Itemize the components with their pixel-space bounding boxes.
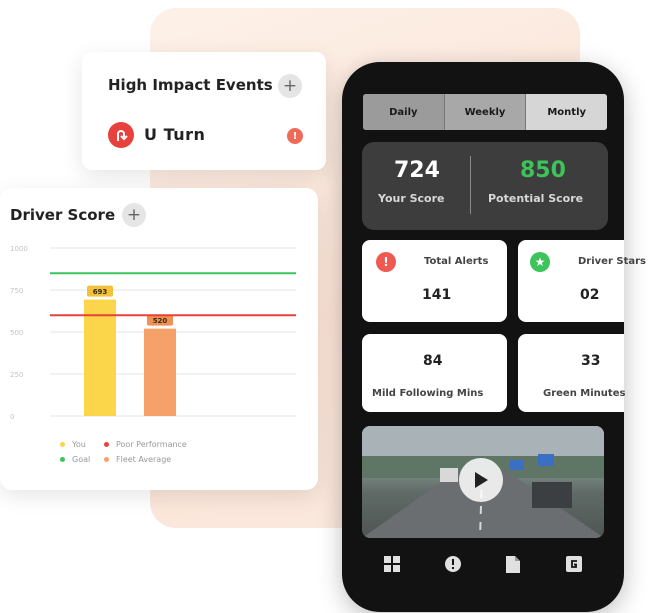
y-tick-label: 750 <box>10 287 23 295</box>
legend-goal-label: Goal <box>72 455 91 464</box>
driver-score-title: Driver Score <box>10 206 116 224</box>
total-alerts-label: Total Alerts <box>424 256 489 267</box>
legend-you-label: You <box>72 440 86 449</box>
bottom-nav <box>362 546 604 582</box>
y-tick-label: 500 <box>10 329 23 337</box>
green-minutes-label: Green Minutes <box>543 388 626 399</box>
high-impact-title: High Impact Events <box>108 76 273 94</box>
green-minutes-value: 33 <box>581 353 601 369</box>
period-tabs: Daily Weekly Montly <box>363 94 607 130</box>
y-tick-label: 0 <box>10 413 14 421</box>
legend-goal: Goal <box>60 455 90 464</box>
driver-stars-value: 02 <box>580 287 600 303</box>
grid-icon[interactable] <box>383 555 401 573</box>
alert-icon: ! <box>376 252 396 272</box>
mild-following-value: 84 <box>423 353 443 369</box>
g-icon[interactable] <box>565 555 583 573</box>
tab-daily[interactable]: Daily <box>363 94 444 130</box>
legend-poor-swatch <box>104 442 109 447</box>
legend-goal-swatch <box>60 457 65 462</box>
y-tick-label: 250 <box>10 371 23 379</box>
legend-poor-label: Poor Performance <box>116 440 187 449</box>
data-label: 693 <box>93 288 108 296</box>
tab-weekly[interactable]: Weekly <box>443 94 526 130</box>
add-driver-score-button[interactable]: + <box>122 203 146 227</box>
play-icon <box>475 472 488 488</box>
your-score-label: Your Score <box>378 192 445 205</box>
green-minutes-tile[interactable]: 33 Green Minutes <box>518 334 626 412</box>
bar <box>144 328 176 416</box>
potential-score-label: Potential Score <box>488 192 584 205</box>
bar <box>84 299 116 416</box>
play-button[interactable] <box>459 458 503 502</box>
total-alerts-value: 141 <box>422 287 452 303</box>
tab-monthly[interactable]: Montly <box>525 94 607 130</box>
legend-fleet-average: Fleet Average <box>104 455 171 464</box>
add-high-impact-button[interactable]: + <box>278 74 302 98</box>
u-turn-label: U Turn <box>144 125 206 144</box>
high-impact-events-card: High Impact Events + U Turn ! <box>82 52 326 170</box>
u-turn-icon <box>108 122 134 148</box>
legend-fleet-swatch <box>104 457 109 462</box>
potential-score-value: 850 <box>520 158 566 183</box>
legend-you-swatch <box>60 442 65 447</box>
y-tick-label: 1000 <box>10 245 28 253</box>
data-label: 520 <box>153 317 168 325</box>
alert-icon[interactable] <box>444 555 462 573</box>
legend-you: You <box>60 440 86 449</box>
mild-following-label: Mild Following Mins <box>372 388 484 399</box>
driver-score-chart: 1000 750 500 250 0 693 520 <box>10 245 296 421</box>
score-divider <box>470 156 471 214</box>
total-alerts-tile[interactable]: ! Total Alerts 141 <box>362 240 507 322</box>
dashcam-video[interactable] <box>362 426 604 538</box>
driver-score-card: Driver Score + 1000 750 500 250 0 693 520 You … <box>0 188 318 490</box>
driver-stars-tile[interactable]: ★ Driver Stars 02 <box>518 240 646 322</box>
score-panel: 724 Your Score 850 Potential Score <box>362 142 608 230</box>
event-alert-badge: ! <box>287 128 303 144</box>
driver-stars-label: Driver Stars <box>578 256 646 267</box>
legend-fleet-label: Fleet Average <box>116 455 172 464</box>
document-icon[interactable] <box>504 555 522 573</box>
star-icon: ★ <box>530 252 550 272</box>
legend-poor-performance: Poor Performance <box>104 440 187 449</box>
your-score-value: 724 <box>394 158 440 183</box>
mild-following-tile[interactable]: 84 Mild Following Mins <box>362 334 507 412</box>
